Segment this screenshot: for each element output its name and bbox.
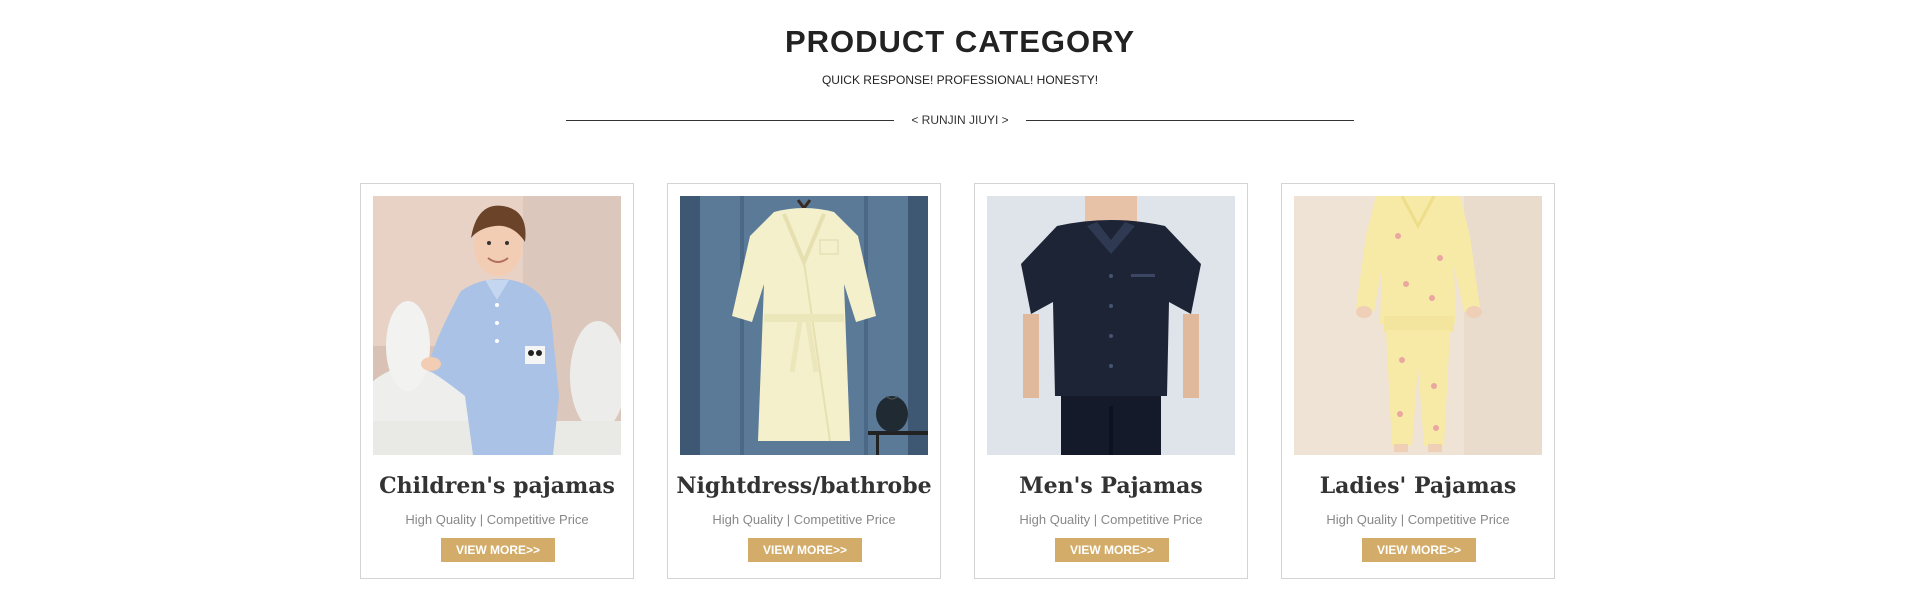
product-card-nightdress-bathrobe[interactable]: Nightdress/bathrobe High Quality | Compe… bbox=[667, 183, 941, 579]
divider-label: < RUNJIN JIUYI > bbox=[911, 113, 1009, 127]
childrens-pajamas-view-more-button[interactable]: VIEW MORE>> bbox=[441, 538, 555, 562]
mens-pajamas-image[interactable] bbox=[987, 196, 1235, 455]
section-title: PRODUCT CATEGORY bbox=[784, 24, 1136, 59]
section-subtitle: QUICK RESPONSE! PROFESSIONAL! HONESTY! bbox=[821, 73, 1099, 87]
mens-pajamas-name[interactable]: Men's Pajamas bbox=[975, 473, 1247, 499]
divider-line-right bbox=[1026, 120, 1354, 121]
product-card-mens-pajamas[interactable]: Men's Pajamas High Quality | Competitive… bbox=[974, 183, 1248, 579]
mens-pajamas-tagline: High Quality | Competitive Price bbox=[1019, 512, 1203, 527]
ladies-pajamas-view-more-button[interactable]: VIEW MORE>> bbox=[1362, 538, 1476, 562]
product-card-childrens-pajamas[interactable]: Children's pajamas High Quality | Compet… bbox=[360, 183, 634, 579]
ladies-pajamas-image[interactable] bbox=[1294, 196, 1542, 455]
divider-line-left bbox=[566, 120, 894, 121]
mens-pajamas-view-more-button[interactable]: VIEW MORE>> bbox=[1055, 538, 1169, 562]
ladies-pajamas-tagline: High Quality | Competitive Price bbox=[1326, 512, 1510, 527]
bathrobe-view-more-button[interactable]: VIEW MORE>> bbox=[748, 538, 862, 562]
bathrobe-name[interactable]: Nightdress/bathrobe bbox=[668, 473, 940, 499]
childrens-pajamas-name[interactable]: Children's pajamas bbox=[361, 473, 633, 499]
ladies-pajamas-name[interactable]: Ladies' Pajamas bbox=[1282, 473, 1554, 499]
product-card-grid: Children's pajamas High Quality | Compet… bbox=[360, 183, 1556, 581]
childrens-pajamas-tagline: High Quality | Competitive Price bbox=[405, 512, 589, 527]
childrens-pajamas-image[interactable] bbox=[373, 196, 621, 455]
bathrobe-tagline: High Quality | Competitive Price bbox=[712, 512, 896, 527]
product-card-ladies-pajamas[interactable]: Ladies' Pajamas High Quality | Competiti… bbox=[1281, 183, 1555, 579]
bathrobe-image[interactable] bbox=[680, 196, 928, 455]
